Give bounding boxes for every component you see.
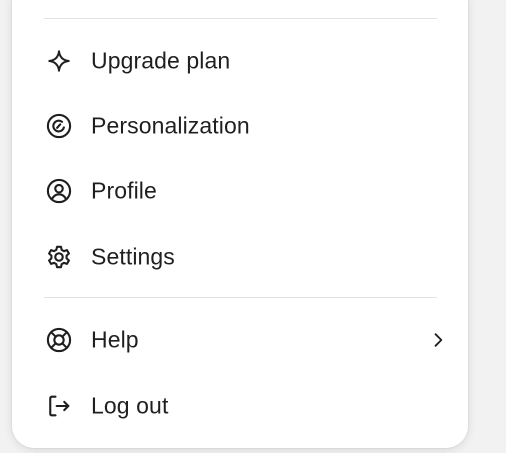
personalization-icon [44,111,74,141]
section-divider [44,297,437,298]
account-menu: Upgrade plan Personalization Profile Set… [12,0,468,448]
menu-item-label: Profile [91,177,157,204]
menu-item-upgrade-plan[interactable]: Upgrade plan [34,35,454,87]
menu-item-settings[interactable]: Settings [34,231,454,283]
profile-icon [44,176,74,206]
sparkle-icon [44,46,74,76]
menu-item-log-out[interactable]: Log out [34,380,454,432]
menu-item-label: Log out [91,392,169,419]
menu-item-personalization[interactable]: Personalization [34,100,454,152]
menu-item-label: Settings [91,243,175,270]
top-divider [44,18,437,19]
lifebuoy-icon [44,325,74,355]
menu-item-profile[interactable]: Profile [34,165,454,217]
menu-item-label: Personalization [91,112,250,139]
menu-item-label: Help [91,326,139,353]
menu-item-help[interactable]: Help [34,314,454,366]
gear-icon [44,242,74,272]
menu-item-label: Upgrade plan [91,47,231,74]
logout-icon [44,391,74,421]
chevron-right-icon [426,328,450,352]
